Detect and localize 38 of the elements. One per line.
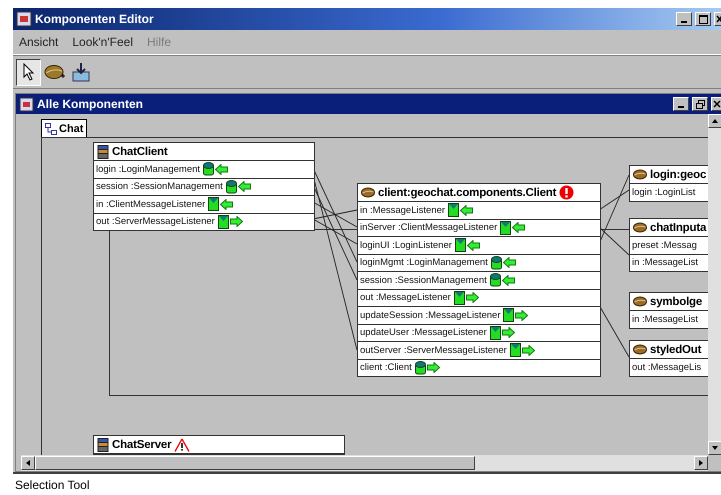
port-label: updateUser :MessageListener [360,327,487,338]
component-title: ChatClient [112,146,168,158]
frame-title: Alle Komponenten [37,97,144,111]
port-label: out :ServerMessageListener [96,216,215,228]
window-title: Komponenten Editor [35,12,155,26]
component-box[interactable]: login:geoc login :LoginList [629,165,708,202]
component-title: styledOut [650,344,702,356]
status-bar: Selection Tool [13,472,721,495]
port-label: out :MessageLis [632,362,702,373]
port-label: in :MessageList [632,314,698,325]
component-title: client:geochat.components.Client [378,186,556,198]
port-label: out :MessageListener [360,292,451,304]
port-label: loginMgmt :LoginManagement [360,257,488,268]
tab[interactable]: Chat [41,119,88,137]
component-title: chatInputa [650,222,706,234]
component-box[interactable]: styledOut out :MessageLis [629,340,708,376]
menu-item[interactable]: Ansicht [19,35,58,49]
component-title: ChatServer [112,438,172,450]
port-label: loginUI :LoginListener [360,240,452,251]
port-label: outServer :ServerMessageListener [360,344,507,356]
component-title: symbolge [650,296,702,308]
port-label: preset :Messag [632,240,697,251]
component-title: login:geoc [650,168,706,180]
component-box[interactable]: chatInputa preset :Messag in :MessageList [629,218,708,272]
port-label: session :SessionManagement [96,181,223,192]
port-label: in :MessageListener [360,204,446,216]
component-box[interactable]: ChatClient login :LoginManagement session :SessionManagement in :ClientMessageListener out :ServerMessageListener [93,142,315,231]
port-label: in :MessageList [632,257,698,268]
port-label: inServer :ClientMessageListener [360,222,498,234]
menu-item[interactable]: Look'n'Feel [72,35,133,49]
port-label: login :LoginList [632,186,696,198]
component-box[interactable]: ChatServer [93,435,345,455]
port-label: in :ClientMessageListener [96,198,206,210]
component-box[interactable]: symbolge in :MessageList [629,292,708,328]
port-label: login :LoginManagement [96,164,200,175]
port-label: session :SessionManagement [360,274,487,286]
port-label: client :Client [360,362,412,374]
port-label: updateSession :MessageListener [360,310,500,321]
